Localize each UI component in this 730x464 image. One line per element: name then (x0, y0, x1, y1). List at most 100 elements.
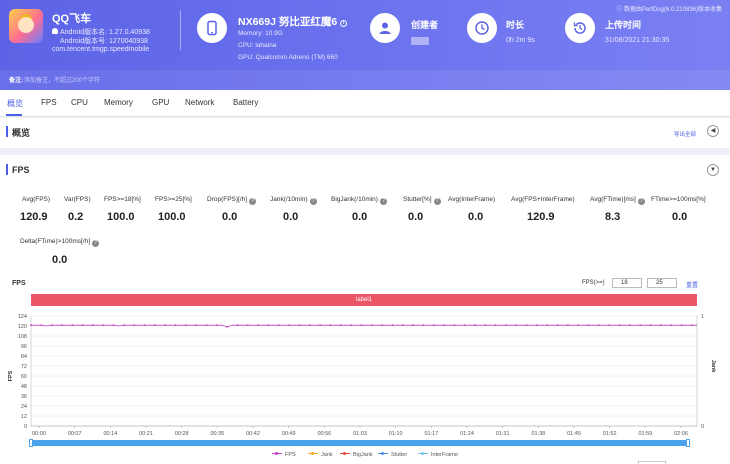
fps-data-point (184, 324, 187, 327)
x-tick-label: 00:42 (246, 431, 260, 437)
legend-item[interactable]: Stutter (378, 451, 407, 458)
fps-data-point (432, 324, 435, 327)
x-tick-label: 00:00 (32, 431, 46, 437)
fps-filter-label: FPS(>=) (582, 280, 605, 286)
fps-data-point (412, 324, 414, 327)
collapse-left-icon[interactable]: ◀ (707, 125, 719, 137)
y2-tick-label: 0 (701, 424, 704, 430)
fps-data-point (484, 324, 487, 327)
app-icon (9, 9, 43, 43)
upload-time-value: 31/08/2021 21:30:35 (605, 37, 670, 44)
metric-label: FPS>=25[%] (155, 196, 192, 203)
fps-data-point (515, 324, 518, 327)
help-icon[interactable]: ? (309, 198, 317, 205)
metric-value: 0.0 (408, 211, 424, 223)
fps-data-point (246, 324, 249, 327)
export-all-link[interactable]: 导出全部 (674, 130, 696, 138)
slider-handle-right[interactable] (686, 439, 690, 447)
device-memory: Memory: 10.9G (238, 30, 283, 37)
note-input[interactable]: 添加备注，不超过200个字符 (24, 75, 100, 84)
fps-data-point (339, 324, 342, 327)
y-tick-label: 124 (18, 314, 27, 320)
chevron-down-icon[interactable]: ▼ (707, 164, 719, 176)
x-tick-label: 01:24 (460, 431, 474, 437)
x-tick-label: 00:07 (68, 431, 82, 437)
fps-data-point (608, 324, 611, 327)
fps-data-point (195, 324, 198, 327)
fps-data-point (598, 324, 600, 327)
fps-threshold-min-input[interactable]: 18 (612, 278, 642, 288)
time-range-slider[interactable] (29, 439, 690, 447)
y-tick-label: 96 (21, 344, 27, 350)
tab-battery[interactable]: Battery (233, 98, 258, 107)
metric-value: 0.0 (352, 211, 368, 223)
tab-overview[interactable]: 概览 (7, 98, 23, 109)
metric-value: 0.0 (222, 211, 238, 223)
fps-section-title: FPS (12, 165, 30, 175)
help-icon[interactable]: ? (249, 198, 257, 205)
metric-label: Stutter[%]? (403, 196, 441, 205)
fps-data-point (618, 324, 621, 327)
legend-item[interactable]: FPS (272, 451, 296, 458)
fps-data-point (381, 324, 383, 327)
fps-data-point (556, 324, 559, 327)
fps-data-point (81, 324, 84, 327)
legend-marker-icon (272, 451, 282, 455)
fps-data-point (133, 324, 136, 327)
help-icon[interactable]: ? (92, 240, 100, 247)
report-header: QQ飞车 Android版本名: 1.27.0.40938 Android版本号… (0, 0, 730, 90)
fps-data-point (205, 324, 208, 327)
tab-network[interactable]: Network (185, 98, 214, 107)
fps-data-point (577, 324, 580, 327)
metric-label: Var(FPS) (64, 196, 91, 203)
tab-cpu[interactable]: CPU (71, 98, 88, 107)
label-band[interactable]: label1 (31, 294, 697, 306)
fps-threshold-max-input[interactable]: 25 (647, 278, 677, 288)
y2-tick-label: 1 (701, 314, 704, 320)
metric-label: Avg(FPS+InterFrame) (511, 196, 575, 203)
android-version-code: Android版本号: 1270040938 (60, 38, 148, 45)
tab-memory[interactable]: Memory (104, 98, 133, 107)
metric-value: 0.0 (52, 254, 68, 266)
chart-legend: FPS Jank BigJank Stutter InterFrame (0, 451, 730, 462)
fps-data-point (267, 324, 270, 327)
section-marker (6, 126, 8, 137)
y-tick-label: 48 (21, 384, 27, 390)
fps-data-point (61, 324, 63, 327)
legend-item[interactable]: Jank (308, 451, 333, 458)
x-tick-label: 01:38 (531, 431, 545, 437)
y-tick-label: 36 (21, 394, 27, 400)
slider-handle-left[interactable] (29, 439, 33, 447)
legend-marker-icon (340, 451, 350, 455)
info-icon[interactable]: i (340, 20, 348, 27)
fps-data-point (690, 324, 693, 327)
help-icon[interactable]: ? (379, 198, 387, 205)
fps-data-point (123, 324, 125, 327)
fps-data-point (277, 324, 280, 327)
tab-gpu[interactable]: GPU (152, 98, 169, 107)
device-gpu: GPU: Qualcomm Adreno (TM) 660 (238, 54, 338, 61)
fps-chart[interactable]: 0 12 24 36 48 60 72 84 96 108 120 124 0 1 FPS Jank 00:00… (0, 306, 730, 438)
tab-fps[interactable]: FPS (41, 98, 57, 107)
fps-data-point (288, 324, 291, 327)
fps-data-point (154, 324, 156, 327)
x-tick-label: 01:52 (603, 431, 617, 437)
metric-label: Delta(FTime)>100ms[/h]? (20, 238, 100, 247)
device-name: NX669J 努比亚红魔6 i (238, 14, 348, 29)
android-icon (52, 28, 58, 34)
fps-data-point (298, 324, 301, 327)
metric-label: Avg(FPS) (22, 196, 51, 203)
help-icon[interactable]: ? (637, 198, 645, 205)
help-icon[interactable]: ? (433, 198, 441, 205)
fps-data-point (308, 324, 311, 327)
legend-item[interactable]: InterFrame (418, 451, 458, 458)
metric-value: 0.2 (68, 211, 84, 223)
note-bar: 备注: 添加备注，不超过200个字符 (0, 70, 730, 90)
legend-item[interactable]: BigJank (340, 451, 373, 458)
metric-label: Avg(FTime)[ms]? (590, 196, 645, 205)
reset-link[interactable]: 重置 (686, 280, 698, 289)
y-tick-label: 108 (18, 334, 27, 340)
y-tick-label: 72 (21, 364, 27, 370)
metric-value: 120.9 (20, 211, 48, 223)
fps-data-point (670, 324, 673, 327)
